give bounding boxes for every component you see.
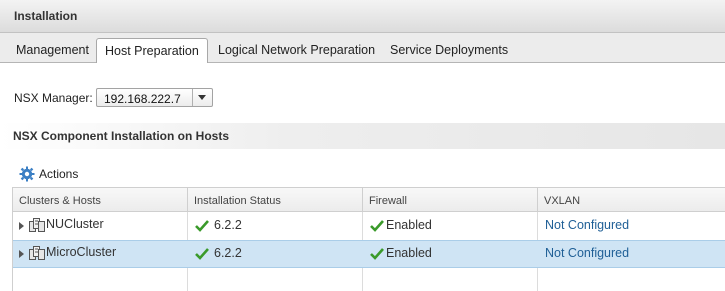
- check-icon: [195, 248, 209, 260]
- nsx-manager-value: 192.168.222.7: [104, 92, 181, 106]
- actions-label: Actions: [39, 167, 79, 181]
- table-row[interactable]: NUCluster 6.2.2 Enabled Not Configured: [13, 212, 725, 240]
- table-row-selected[interactable]: MicroCluster 6.2.2 Enabled Not Configure…: [13, 240, 725, 268]
- installation-status-value: 6.2.2: [214, 218, 242, 232]
- cluster-name[interactable]: NUCluster: [46, 217, 104, 231]
- cluster-icon: [29, 246, 45, 260]
- vxlan-configure-link[interactable]: Not Configured: [545, 246, 629, 260]
- chevron-down-icon: [198, 95, 206, 100]
- section-header: NSX Component Installation on Hosts: [0, 123, 725, 149]
- content-panel: NSX Manager: 192.168.222.7 NSX Component…: [0, 63, 725, 291]
- column-header-firewall[interactable]: Firewall: [363, 188, 538, 212]
- cluster-name[interactable]: MicroCluster: [46, 245, 116, 259]
- check-icon: [370, 220, 384, 232]
- title-bar: Installation: [0, 0, 725, 33]
- tab-service-deployments[interactable]: Service Deployments: [382, 42, 516, 62]
- column-header-vxlan[interactable]: VXLAN: [538, 188, 725, 212]
- dropdown-arrow-button[interactable]: [192, 89, 212, 106]
- expand-arrow-icon[interactable]: [19, 250, 24, 258]
- cluster-icon: [29, 218, 45, 232]
- check-icon: [370, 248, 384, 260]
- vxlan-configure-link[interactable]: Not Configured: [545, 218, 629, 232]
- tab-host-preparation[interactable]: Host Preparation: [96, 38, 208, 63]
- nsx-manager-select[interactable]: 192.168.222.7: [96, 88, 213, 107]
- firewall-status-value: Enabled: [386, 246, 432, 260]
- gear-icon: [19, 166, 35, 182]
- section-title: NSX Component Installation on Hosts: [13, 129, 230, 143]
- tab-logical-network-preparation[interactable]: Logical Network Preparation: [210, 42, 383, 62]
- nsx-manager-label: NSX Manager:: [14, 91, 93, 105]
- tab-management[interactable]: Management: [8, 42, 97, 62]
- column-header-installation-status[interactable]: Installation Status: [188, 188, 363, 212]
- firewall-status-value: Enabled: [386, 218, 432, 232]
- expand-arrow-icon[interactable]: [19, 222, 24, 230]
- installation-status-value: 6.2.2: [214, 246, 242, 260]
- hosts-grid: Clusters & Hosts Installation Status Fir…: [12, 187, 725, 291]
- column-header-clusters-hosts[interactable]: Clusters & Hosts: [13, 188, 188, 212]
- window-title: Installation: [14, 9, 78, 23]
- check-icon: [195, 220, 209, 232]
- tab-bar: Management Host Preparation Logical Netw…: [0, 33, 725, 63]
